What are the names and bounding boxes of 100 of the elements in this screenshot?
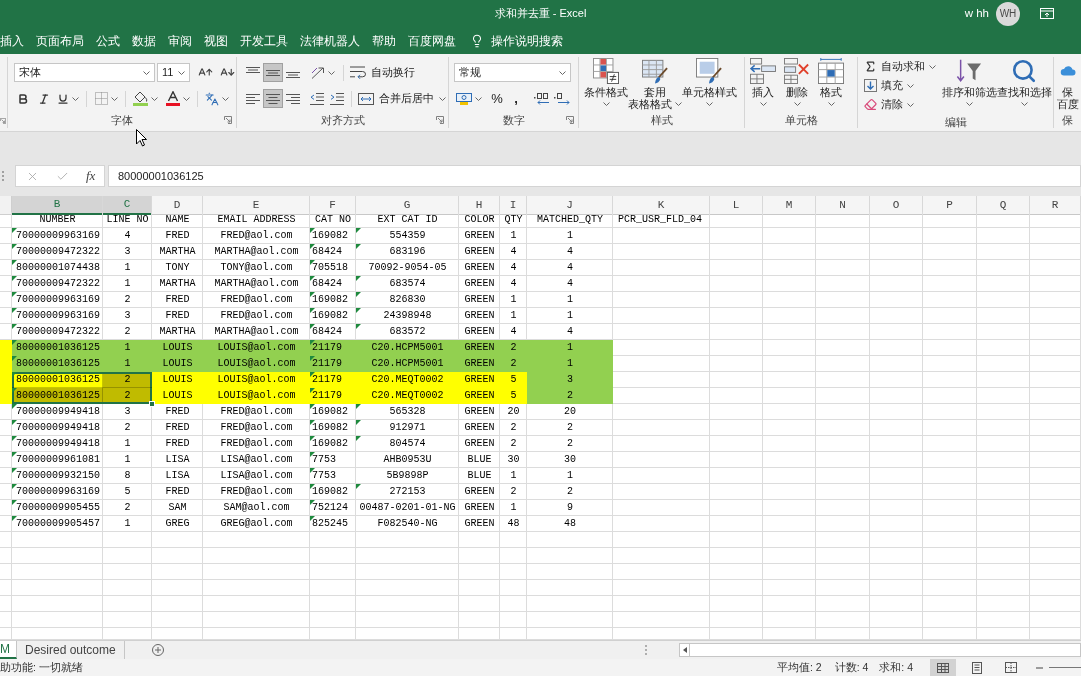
ribbon-tab[interactable]: 视图	[198, 27, 234, 54]
formula-field[interactable]: 80000001036125	[108, 165, 1081, 187]
table-cell-text: 70000009961081	[15, 453, 101, 467]
fill-button[interactable]: 填充	[864, 76, 941, 95]
table-cell-text: 565328	[388, 405, 427, 419]
delete-button[interactable]: 删除	[780, 57, 814, 112]
table-cell: 1	[527, 340, 613, 356]
ribbon-tab[interactable]: 公式	[90, 27, 126, 54]
sheet-tab[interactable]: M	[0, 641, 17, 659]
column-header[interactable]: D	[152, 196, 203, 215]
column-header[interactable]: G	[356, 196, 459, 215]
table-cell: LOUIS@aol.com	[203, 340, 310, 356]
column-header[interactable]: L	[710, 196, 763, 215]
column-header[interactable]: N	[816, 196, 870, 215]
autosum-button[interactable]: 自动求和	[864, 57, 941, 76]
table-cell-text: MARTHA@aol.com	[213, 277, 300, 291]
scroll-left-button[interactable]	[679, 643, 690, 657]
column-header[interactable]: B	[12, 196, 103, 215]
table-cell-text: GREEN	[463, 485, 496, 499]
column-header[interactable]: C	[103, 196, 152, 215]
group-label: 字体	[111, 114, 133, 126]
sort-filter-button[interactable]: 排序和筛选	[941, 57, 997, 114]
table-cell-text: 4	[509, 261, 518, 275]
ribbon-tab[interactable]: 法律机器人	[294, 27, 366, 54]
insert-button[interactable]: 插入	[746, 57, 780, 112]
font-name-combobox[interactable]: 宋体	[14, 63, 155, 82]
column-header[interactable]: J	[527, 196, 613, 215]
align-middle-button[interactable]	[263, 63, 283, 82]
scrollbar-thumb[interactable]	[690, 643, 1081, 657]
ribbon-tab[interactable]: 页面布局	[30, 27, 90, 54]
caret-icon	[705, 102, 713, 106]
column-header[interactable]: P	[923, 196, 977, 215]
table-cell: 5	[500, 372, 527, 388]
percent-button[interactable]: %	[488, 89, 506, 108]
lightbulb-icon	[470, 33, 484, 48]
table-cell-text: 3	[123, 245, 132, 259]
column-header[interactable]: M	[763, 196, 816, 215]
ribbon-display-icon[interactable]	[1040, 8, 1054, 19]
table-cell-text: BLUE	[466, 453, 493, 467]
table-cell-text: LINE NO	[105, 213, 150, 227]
find-select-button[interactable]: 查找和选择	[997, 57, 1051, 114]
user-name[interactable]: w hh	[964, 4, 989, 23]
ribbon-tab[interactable]: 数据	[126, 27, 162, 54]
clear-button[interactable]: 清除	[864, 95, 941, 114]
group-label: 保	[1062, 114, 1073, 126]
table-cell-text: 7753	[311, 453, 337, 467]
table-cell: GREEN	[459, 372, 500, 388]
table-cell-text: 4	[509, 245, 518, 259]
number-format-combobox[interactable]: 常规	[454, 63, 571, 82]
decimal-increase-icon	[534, 92, 550, 105]
format-as-table-button[interactable]: 套用 表格格式	[630, 57, 680, 112]
banknote-icon	[456, 92, 472, 105]
column-header[interactable]: I	[500, 196, 527, 215]
table-cell: 1	[527, 356, 613, 372]
table-cell: 21179	[310, 356, 356, 372]
cloud-save-button[interactable]: 保 百度	[1054, 57, 1081, 112]
column-header[interactable]: K	[613, 196, 710, 215]
table-cell: 2	[103, 372, 152, 388]
table-cell-text: 2	[566, 437, 574, 451]
ribbon-tab[interactable]: 审阅	[162, 27, 198, 54]
comma-button[interactable]: ,	[508, 89, 524, 108]
format-button[interactable]: 格式	[814, 57, 848, 112]
italic-icon	[38, 92, 50, 105]
column-header[interactable]: O	[870, 196, 923, 215]
table-cell-text: F082540-NG	[376, 517, 439, 531]
left-triangle-icon	[682, 647, 687, 653]
table-cell-text: 70000009905457	[15, 517, 101, 531]
table-cell-text: 169082	[311, 309, 349, 323]
table-cell: 21179	[310, 340, 356, 356]
sigma-icon	[864, 60, 877, 73]
dialog-launcher-icon[interactable]	[224, 116, 232, 124]
font-color-button[interactable]	[163, 89, 193, 108]
dialog-launcher-icon[interactable]	[566, 116, 574, 124]
dialog-launcher-icon[interactable]	[436, 116, 444, 124]
font-color-icon	[166, 91, 180, 106]
column-header[interactable]: H	[459, 196, 500, 215]
ribbon-tab[interactable]: 插入	[0, 27, 30, 54]
fill-color-button[interactable]	[130, 89, 160, 108]
column-header[interactable]: F	[310, 196, 356, 215]
column-header[interactable]: R	[1030, 196, 1081, 215]
normal-view-button[interactable]	[930, 659, 956, 676]
align-center-button[interactable]	[263, 89, 283, 108]
column-header[interactable]: Q	[977, 196, 1030, 215]
table-cell-text: MARTHA	[158, 245, 197, 259]
table-cell-text: 683196	[388, 245, 427, 259]
cell-styles-button[interactable]: 单元格样式	[680, 57, 738, 112]
user-avatar[interactable]: WH	[996, 1, 1020, 26]
ribbon-tab[interactable]: 帮助	[366, 27, 402, 54]
ribbon-tab[interactable]: 开发工具	[234, 27, 294, 54]
column-header[interactable]: E	[203, 196, 310, 215]
wrap-text-button[interactable]: 自动换行	[348, 63, 417, 82]
merge-center-button[interactable]: 合并后居中	[356, 89, 448, 108]
tell-me-button[interactable]: 操作说明搜索	[470, 27, 563, 54]
ribbon-tab[interactable]: 百度网盘	[402, 27, 462, 54]
insert-function-button[interactable]: fx	[86, 166, 96, 186]
caret-icon	[143, 70, 150, 75]
add-sheet-icon[interactable]	[151, 644, 164, 656]
font-size-combobox[interactable]: 11	[157, 63, 190, 82]
table-cell-text: 2	[123, 421, 132, 435]
fill-handle[interactable]	[149, 401, 155, 407]
